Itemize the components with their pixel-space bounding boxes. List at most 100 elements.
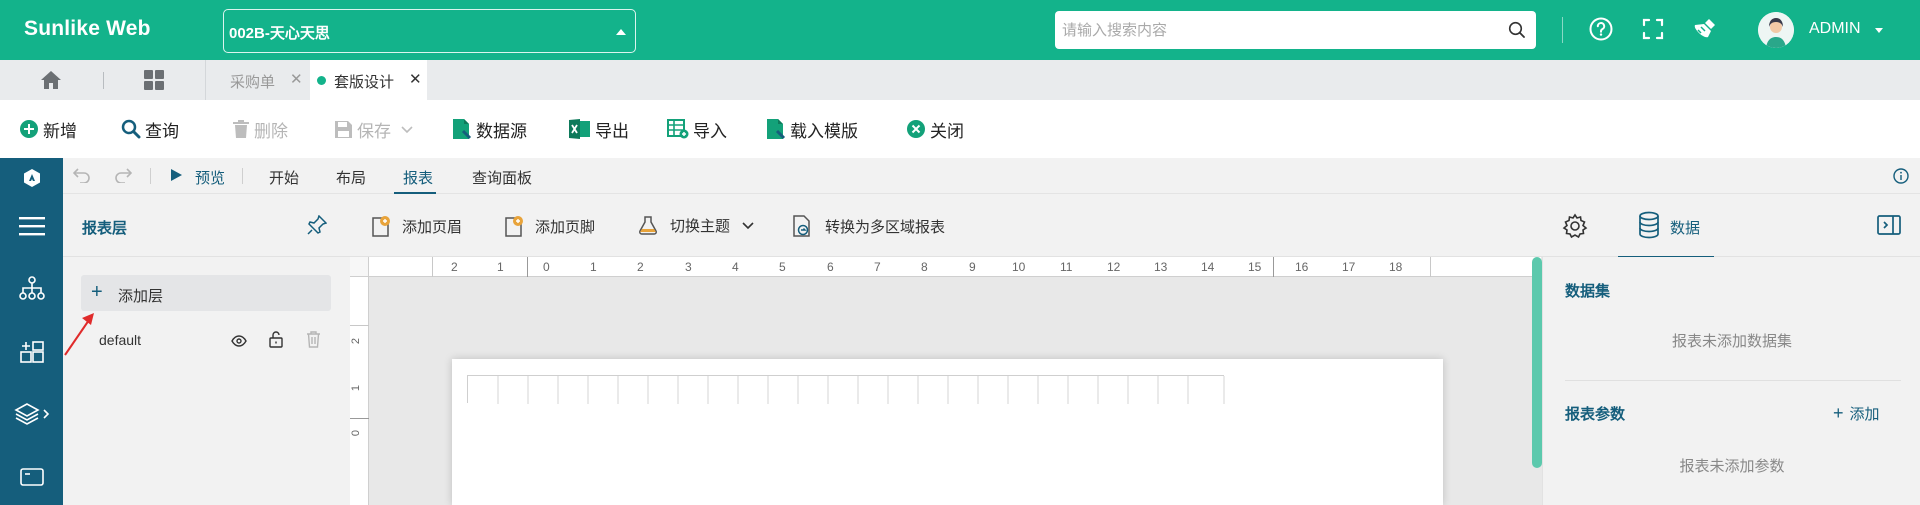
home-icon[interactable] — [40, 70, 62, 93]
layers-icon[interactable] — [0, 402, 63, 426]
report-grid[interactable] — [467, 375, 1225, 404]
ruler-label: 10 — [1012, 260, 1026, 274]
ruler-label: 11 — [1060, 260, 1073, 274]
close-button-label: 关闭 — [930, 121, 964, 141]
load-template-button-label: 载入模版 — [790, 121, 858, 141]
search-icon[interactable] — [1508, 21, 1526, 42]
tab-data[interactable]: 数据 — [1618, 194, 1714, 258]
ruler-tick — [1430, 257, 1431, 277]
grid-icon[interactable] — [144, 70, 164, 93]
ruler-label: 15 — [1248, 260, 1262, 274]
help-icon[interactable] — [1588, 16, 1614, 45]
designer-sidebar — [0, 158, 63, 505]
logo-icon — [0, 169, 63, 187]
avatar[interactable] — [1758, 12, 1794, 48]
ruler-label: 5 — [779, 260, 786, 274]
top-header: Sunlike Web 002B-天心天思 ADMIN — [0, 0, 1920, 60]
search-input[interactable] — [1055, 11, 1495, 49]
data-panel: 数据集 报表未添加数据集 报表参数 + 添加 报表未添加参数 — [1542, 257, 1920, 505]
load-template-icon — [766, 118, 786, 140]
new-button[interactable]: 新增 — [19, 118, 77, 141]
gear-icon[interactable] — [1562, 213, 1588, 242]
panel-icon[interactable] — [0, 468, 63, 486]
ruler-label: 1 — [590, 260, 597, 274]
unlock-icon[interactable] — [269, 331, 283, 351]
chevron-down-icon[interactable] — [1875, 28, 1883, 33]
canvas-scrollbar[interactable] — [1532, 257, 1542, 468]
menu-icon[interactable] — [0, 216, 63, 236]
ruler-label: 9 — [969, 260, 976, 274]
datasource-button[interactable]: 数据源 — [452, 118, 527, 141]
trash-icon[interactable] — [306, 331, 321, 351]
add-footer-button[interactable]: 添加页脚 — [505, 215, 595, 237]
params-empty-text: 报表未添加参数 — [1679, 458, 1785, 475]
redo-icon[interactable] — [114, 167, 133, 186]
add-header-icon — [372, 215, 390, 237]
eye-icon[interactable] — [231, 334, 247, 350]
layer-row[interactable]: default — [81, 325, 331, 355]
menu-query-panel[interactable]: 查询面板 — [472, 167, 532, 188]
ruler-label: 3 — [685, 260, 692, 274]
ruler-margin-tick — [1273, 257, 1274, 277]
dataset-empty-text: 报表未添加数据集 — [1671, 333, 1792, 350]
close-button[interactable]: 关闭 — [906, 118, 964, 141]
info-icon[interactable] — [1893, 168, 1909, 187]
menu-report[interactable]: 报表 — [403, 167, 433, 188]
pin-icon[interactable] — [307, 214, 328, 238]
search-icon — [121, 119, 141, 139]
ruler-label: 16 — [1295, 260, 1309, 274]
convert-icon — [793, 215, 813, 237]
main-toolbar: 新增 查询 删除 保存 数据源 导出 导入 载入模版 关闭 — [0, 100, 1920, 158]
tab-label: 套版设计 — [334, 74, 395, 91]
caret-up-icon — [616, 29, 626, 35]
ruler-corner — [350, 257, 369, 277]
convert-multi-region-button[interactable]: 转换为多区域报表 — [793, 215, 945, 237]
menu-start[interactable]: 开始 — [269, 167, 299, 188]
add-footer-icon — [505, 215, 523, 237]
ruler-label: 0 — [543, 260, 550, 274]
horizontal-ruler: 2 1 0 1 2 3 4 5 6 7 8 9 10 11 12 13 14 1… — [369, 257, 1541, 277]
add-param-button[interactable]: + 添加 — [1833, 403, 1880, 424]
fullscreen-icon[interactable] — [1641, 17, 1665, 44]
report-grid-lines — [497, 376, 1225, 404]
menu-layout[interactable]: 布局 — [336, 167, 366, 188]
ruler-label: 7 — [874, 260, 881, 274]
add-header-button[interactable]: 添加页眉 — [372, 215, 462, 237]
designer-menubar: 预览 开始 布局 报表 查询面板 — [63, 158, 1920, 194]
undo-icon[interactable] — [72, 167, 91, 186]
save-button[interactable]: 保存 — [334, 118, 413, 141]
design-canvas[interactable]: 2 1 0 1 2 3 4 5 6 7 8 9 10 11 12 13 14 1… — [350, 257, 1542, 505]
red-arrow-annotation — [63, 312, 99, 360]
preview-button[interactable]: 预览 — [195, 167, 225, 188]
delete-button[interactable]: 删除 — [232, 118, 288, 141]
tab-data-label: 数据 — [1670, 220, 1701, 237]
load-template-button[interactable]: 载入模版 — [766, 118, 858, 141]
panel-divider — [1565, 380, 1901, 381]
switch-theme-button[interactable]: 切换主题 — [638, 215, 754, 236]
components-icon[interactable] — [0, 340, 63, 366]
report-layer-header: 报表层 添加页眉 添加页脚 切换主题 转换为多区域报表 数据 — [63, 194, 1920, 258]
convert-label: 转换为多区域报表 — [825, 218, 946, 236]
close-icon[interactable]: ✕ — [290, 70, 303, 88]
layer-name: default — [99, 332, 142, 348]
import-button[interactable]: 导入 — [667, 118, 727, 141]
add-layer-button[interactable]: + 添加层 — [81, 275, 331, 311]
hierarchy-icon[interactable] — [0, 276, 63, 300]
clear-cache-broom-icon[interactable] — [1693, 17, 1719, 44]
account-selector[interactable]: 002B-天心天思 — [223, 9, 636, 53]
chevron-down-icon[interactable] — [401, 119, 413, 139]
ruler-label: 4 — [732, 260, 739, 274]
menubar-divider — [242, 168, 243, 184]
collapse-panel-icon[interactable] — [1877, 215, 1901, 238]
export-button[interactable]: 导出 — [569, 118, 629, 141]
query-button[interactable]: 查询 — [121, 118, 179, 141]
tab-template-design[interactable]: 套版设计 ✕ — [310, 60, 427, 100]
ruler-label: 18 — [1389, 260, 1403, 274]
ruler-origin-tick — [527, 257, 528, 277]
username[interactable]: ADMIN — [1809, 20, 1861, 38]
layer-panel: + 添加层 default — [63, 257, 350, 505]
ruler-label: 0 — [350, 429, 363, 437]
tab-purchase-order[interactable]: 采购单 ✕ — [206, 60, 309, 100]
brand-logo[interactable]: Sunlike Web — [24, 17, 151, 41]
close-icon[interactable]: ✕ — [409, 70, 422, 88]
